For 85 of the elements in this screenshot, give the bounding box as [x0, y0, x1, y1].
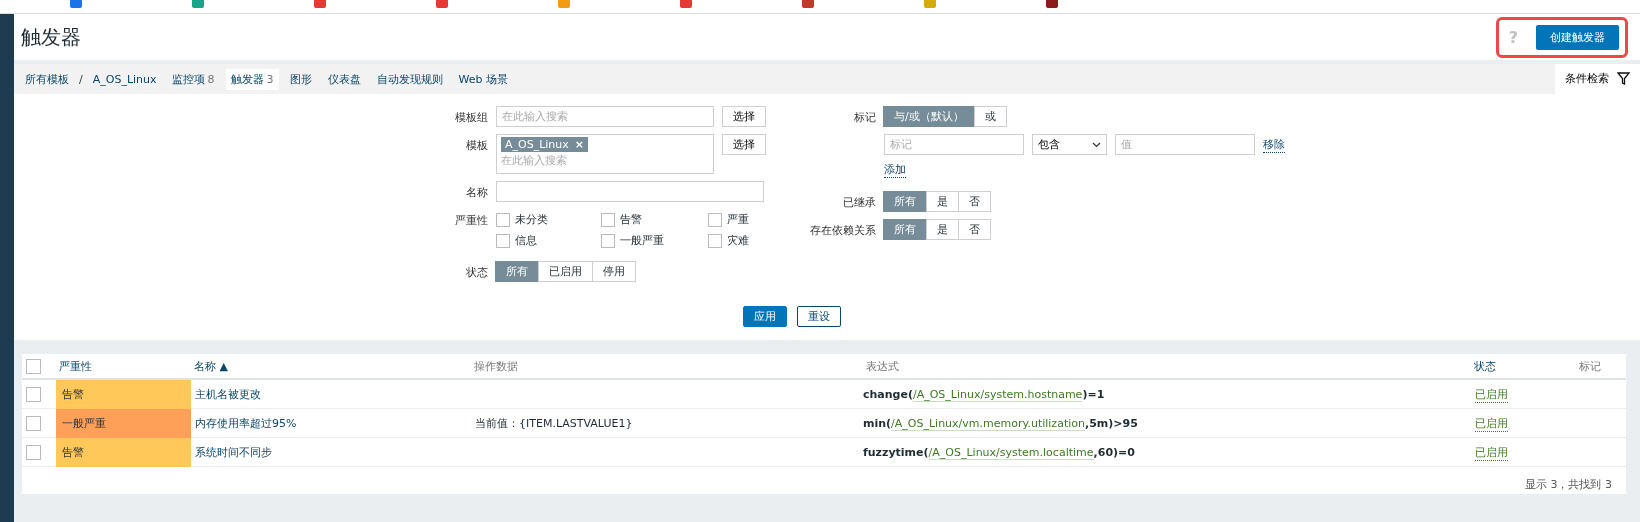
field-label: 已继承: [842, 195, 876, 210]
value-field[interactable]: 值: [1115, 134, 1255, 155]
name-field[interactable]: [496, 181, 764, 202]
bookmark-icon[interactable]: [802, 0, 814, 8]
apply-button[interactable]: 应用: [743, 306, 787, 327]
remove-link[interactable]: 移除: [1263, 136, 1285, 153]
trigger-name-link[interactable]: 系统时间不同步: [191, 445, 471, 460]
trigger-name-link[interactable]: 内存使用率超过95%: [191, 416, 471, 431]
checkbox-label: 一般严重: [620, 233, 664, 248]
status-link[interactable]: 已启用: [1475, 386, 1508, 403]
search-field[interactable]: 在此输入搜索: [496, 106, 714, 127]
checkbox-label: 严重: [727, 212, 749, 227]
reset-button[interactable]: 重设: [797, 306, 841, 327]
expression: min(/A_OS_Linux/vm.memory.utilization,5m)>95: [863, 417, 1139, 430]
column-header: 标记: [1578, 358, 1601, 374]
checkbox[interactable]: [26, 416, 41, 431]
tab[interactable]: 监控项 8: [166, 68, 220, 90]
tab[interactable]: 仪表盘: [322, 68, 366, 90]
field-label: 存在依赖关系: [809, 223, 876, 238]
status-link[interactable]: 已启用: [1475, 444, 1508, 461]
checkbox[interactable]: [708, 212, 722, 227]
breadcrumb-separator: /: [79, 72, 83, 86]
page-title: 触发器: [21, 23, 81, 51]
column-header[interactable]: 严重性: [56, 358, 92, 374]
severity-cell: 告警: [56, 380, 191, 409]
field-label: 模板组: [454, 110, 488, 125]
tag-field[interactable]: 标记: [884, 134, 1024, 155]
bookmark-icon[interactable]: [70, 0, 82, 8]
column-header[interactable]: 状态: [1471, 358, 1496, 374]
bookmark-icon[interactable]: [680, 0, 692, 8]
segment-option[interactable]: 已启用: [538, 261, 593, 282]
filter-toggle[interactable]: 条件检索: [1555, 64, 1640, 94]
column-header[interactable]: 名称 ▲: [191, 358, 228, 374]
severity-cell: 告警: [56, 438, 191, 467]
checkbox[interactable]: [26, 358, 41, 374]
breadcrumb-link[interactable]: 所有模板: [21, 69, 73, 89]
bookmark-icon[interactable]: [192, 0, 204, 8]
operator-dropdown[interactable]: 包含: [1032, 134, 1107, 155]
checkbox[interactable]: [601, 212, 615, 227]
select-button[interactable]: 选择: [722, 106, 766, 127]
checkbox-label: 灾难: [727, 233, 749, 248]
field-label: 模板: [465, 138, 488, 153]
field-label: 名称: [465, 185, 488, 200]
segment-option[interactable]: 否: [958, 219, 991, 240]
caret-icon: [1092, 141, 1101, 148]
tab[interactable]: Web 场景: [453, 68, 513, 90]
tab[interactable]: 自动发现规则: [371, 68, 448, 90]
checkbox[interactable]: [601, 233, 615, 248]
create-trigger-button[interactable]: 创建触发器: [1536, 24, 1619, 50]
select-button[interactable]: 选择: [722, 134, 766, 155]
filter-icon: [1617, 71, 1630, 85]
trigger-name-link[interactable]: 主机名被更改: [191, 387, 471, 402]
bookmark-icon[interactable]: [314, 0, 326, 8]
segment-option[interactable]: 或: [973, 106, 1007, 127]
bookmark-icon[interactable]: [1046, 0, 1058, 8]
operational-data: 当前值：{ITEM.LASTVALUE1}: [474, 416, 634, 431]
tab[interactable]: 图形: [284, 68, 317, 90]
checkbox-label: 告警: [620, 212, 642, 227]
checkbox-label: 信息: [515, 233, 537, 248]
bookmark-icon[interactable]: [924, 0, 936, 8]
field-label: 严重性: [454, 213, 488, 228]
field-label: 标记: [853, 110, 876, 125]
checkbox[interactable]: [26, 445, 41, 460]
column-header: 表达式: [865, 358, 899, 374]
checkbox[interactable]: [708, 233, 722, 248]
checkbox[interactable]: [496, 212, 510, 227]
breadcrumb-link[interactable]: A_OS_Linux: [88, 70, 161, 88]
tab[interactable]: 触发器 3: [225, 68, 279, 90]
segment-option[interactable]: 否: [958, 191, 991, 212]
segment-option[interactable]: 是: [926, 191, 959, 212]
field-label: 状态: [465, 265, 488, 280]
segment-option[interactable]: 停用: [592, 261, 636, 282]
column-header: 操作数据: [473, 358, 518, 374]
add-link[interactable]: 添加: [884, 162, 906, 178]
status-link[interactable]: 已启用: [1475, 415, 1508, 432]
results-count: 显示 3，共找到 3: [1525, 477, 1612, 492]
expression: fuzzytime(/A_OS_Linux/system.localtime,60)=0: [863, 446, 1136, 459]
bookmark-icon[interactable]: [436, 0, 448, 8]
checkbox[interactable]: [496, 233, 510, 248]
segment-option[interactable]: 是: [926, 219, 959, 240]
checkbox-label: 未分类: [515, 212, 548, 227]
bookmark-icon[interactable]: [558, 0, 570, 8]
expression: change(/A_OS_Linux/system.hostname)=1: [863, 388, 1106, 401]
checkbox[interactable]: [26, 387, 41, 402]
severity-cell: 一般严重: [56, 409, 191, 438]
